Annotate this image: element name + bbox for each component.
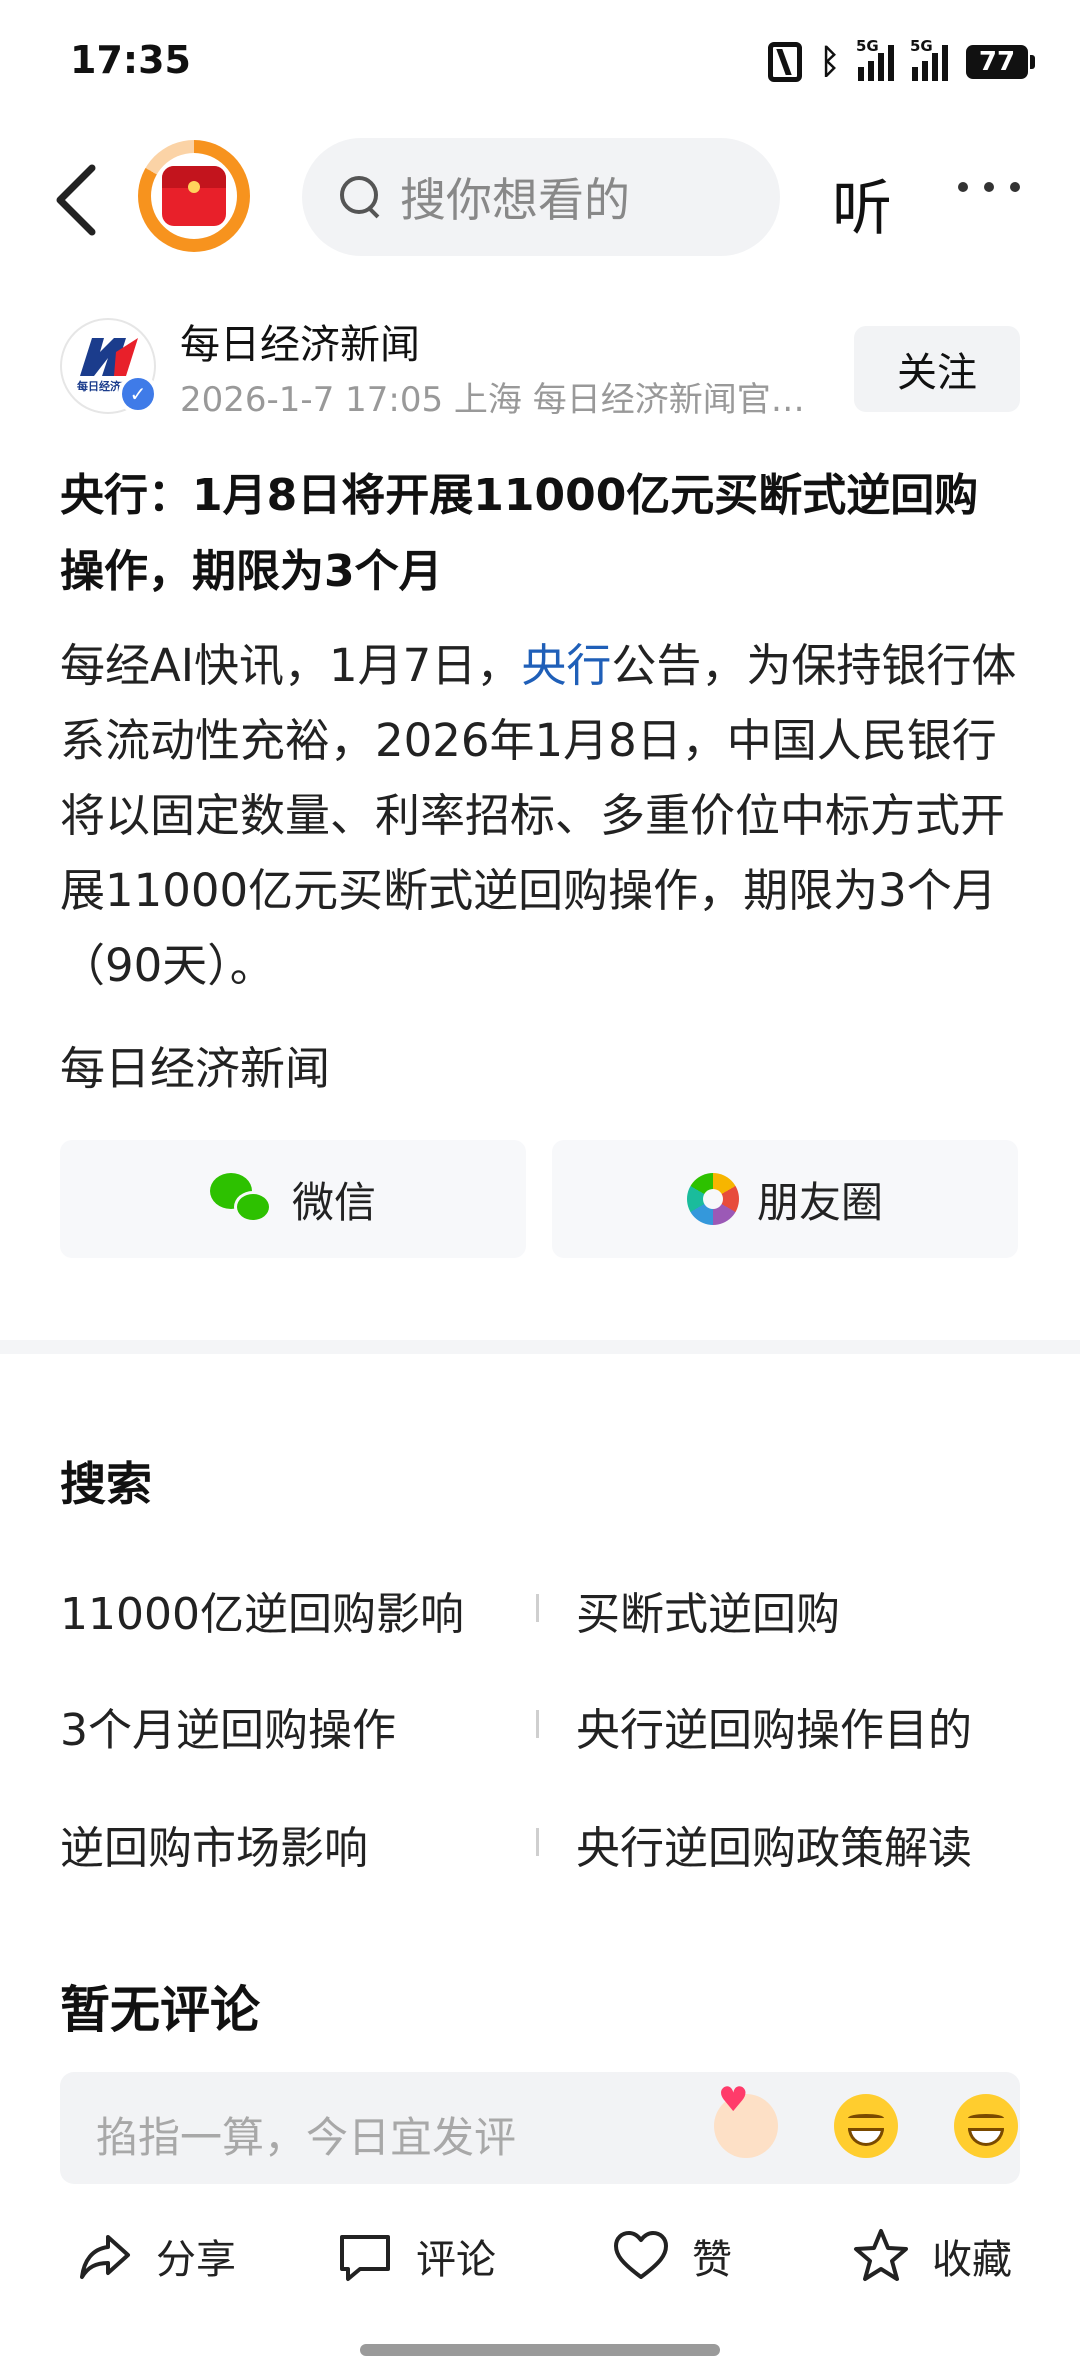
favorite-button[interactable]: 收藏 bbox=[852, 2222, 1012, 2290]
share-button[interactable]: 分享 bbox=[76, 2222, 236, 2290]
search-suggestion[interactable]: 逆回购市场影响 bbox=[60, 1812, 368, 1876]
comment-button[interactable]: 评论 bbox=[336, 2222, 496, 2290]
nfc-icon bbox=[767, 42, 802, 82]
signal-icon: 5G bbox=[856, 37, 894, 81]
share-moments-button[interactable]: 朋友圈 bbox=[552, 1140, 1018, 1258]
search-icon bbox=[338, 174, 384, 220]
status-icons: ᛒ 5G 5G 77 bbox=[767, 37, 1035, 84]
article-link-central-bank[interactable]: 央行 bbox=[521, 639, 611, 692]
comment-icon bbox=[340, 2235, 390, 2281]
wechat-icon bbox=[209, 1173, 274, 1225]
article-source: 每日经济新闻 bbox=[60, 1042, 331, 1095]
share-icon bbox=[80, 2235, 130, 2279]
suggestion-divider bbox=[536, 1710, 539, 1738]
status-time: 17:35 bbox=[70, 38, 191, 82]
article-title: 央行：1月8日将开展11000亿元买断式逆回购操作，期限为3个月 bbox=[60, 470, 979, 597]
more-icon[interactable] bbox=[958, 182, 1020, 192]
search-suggestion[interactable]: 央行逆回购政策解读 bbox=[576, 1812, 972, 1876]
app-logo-icon[interactable] bbox=[138, 140, 250, 252]
finger-heart-emoji-icon[interactable] bbox=[714, 2080, 778, 2158]
laughing-emoji-icon[interactable] bbox=[834, 2094, 898, 2158]
status-bar: 17:35 ᛒ 5G 5G 77 bbox=[0, 0, 1080, 120]
author-name[interactable]: 每日经济新闻 bbox=[180, 312, 420, 370]
verified-icon: ✓ bbox=[118, 374, 158, 414]
author-meta: 2026-1-7 17:05 上海 每日经济新闻官方账号 bbox=[180, 380, 820, 420]
search-suggestion[interactable]: 11000亿逆回购影响 bbox=[60, 1578, 464, 1642]
search-suggestion[interactable]: 3个月逆回购操作 bbox=[60, 1694, 396, 1758]
search-suggestion[interactable]: 央行逆回购操作目的 bbox=[576, 1694, 972, 1758]
comments-heading: 暂无评论 bbox=[60, 1981, 260, 2039]
comment-placeholder: 掐指一算，今日宜发评 bbox=[96, 2113, 517, 2162]
section-divider bbox=[0, 1340, 1080, 1354]
share-wechat-button[interactable]: 微信 bbox=[60, 1140, 526, 1258]
listen-button[interactable]: 听 bbox=[832, 160, 892, 247]
article-body: 每经AI快讯，1月7日，央行公告，为保持银行体系流动性充裕，2026年1月8日，… bbox=[60, 639, 1017, 992]
follow-button[interactable]: 关注 bbox=[854, 326, 1020, 412]
home-indicator[interactable] bbox=[360, 2344, 720, 2356]
search-section-heading: 搜索 bbox=[60, 1457, 152, 1511]
search-suggestion[interactable]: 买断式逆回购 bbox=[576, 1578, 840, 1642]
moments-icon bbox=[686, 1173, 739, 1225]
heart-icon bbox=[614, 2231, 668, 2279]
suggestion-divider bbox=[536, 1828, 539, 1856]
suggestion-divider bbox=[536, 1594, 539, 1622]
grinning-emoji-icon[interactable] bbox=[954, 2094, 1018, 2158]
search-placeholder: 搜你想看的 bbox=[400, 173, 630, 227]
bluetooth-icon: ᛒ bbox=[819, 42, 840, 82]
search-input[interactable]: 搜你想看的 bbox=[302, 138, 780, 256]
comment-input[interactable]: 掐指一算，今日宜发评 bbox=[60, 2072, 1020, 2184]
like-button[interactable]: 赞 bbox=[612, 2222, 732, 2290]
battery-icon: 77 bbox=[966, 45, 1035, 79]
star-icon bbox=[854, 2229, 908, 2281]
signal-icon: 5G bbox=[910, 37, 948, 81]
back-icon[interactable] bbox=[48, 160, 108, 240]
